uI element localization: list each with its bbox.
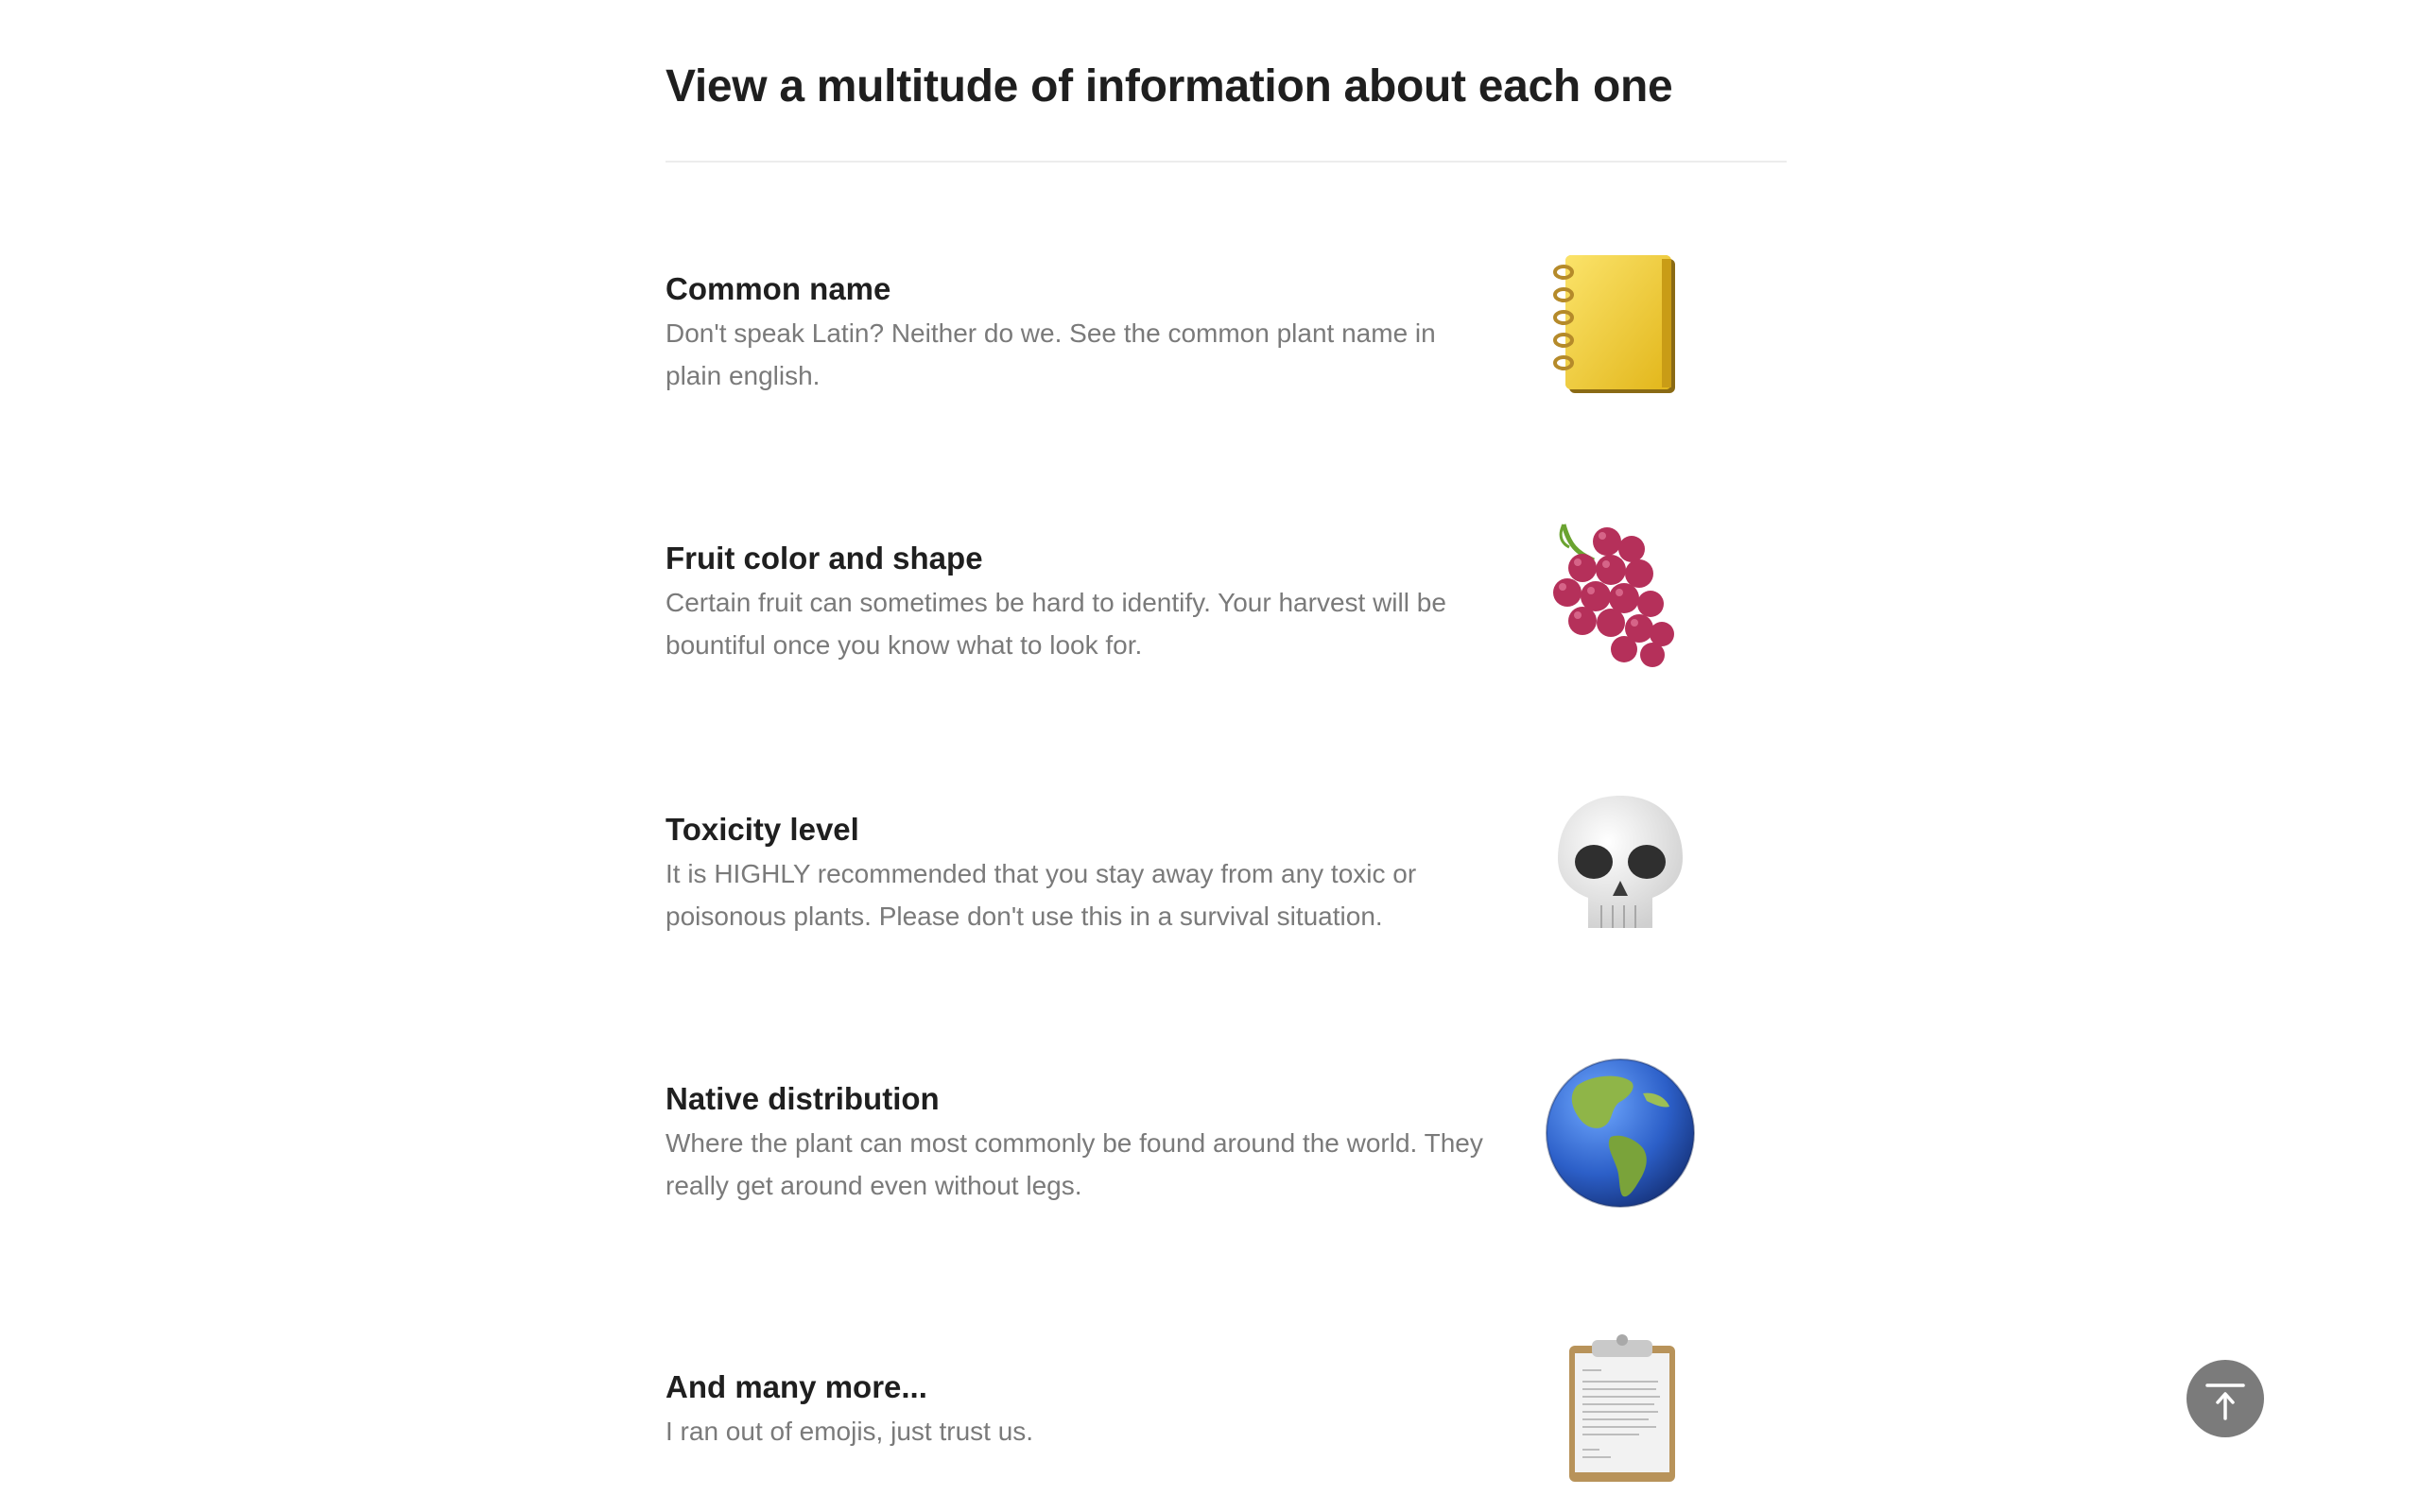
feature-title: Native distribution bbox=[666, 1081, 940, 1116]
feature-description: I ran out of emojis, just trust us. bbox=[666, 1417, 1034, 1446]
feature-text: Common name Don't speak Latin? Neither d… bbox=[666, 268, 1497, 397]
feature-description: It is HIGHLY recommended that you stay a… bbox=[666, 859, 1417, 931]
divider bbox=[666, 161, 1787, 163]
feature-native-distribution: Native distribution Where the plant can … bbox=[666, 1056, 1787, 1226]
feature-toxicity: Toxicity level It is HIGHLY recommended … bbox=[666, 786, 1787, 956]
section-heading: View a multitude of information about ea… bbox=[666, 61, 1673, 112]
feature-many-more: And many more... I ran out of emojis, ju… bbox=[666, 1331, 1787, 1501]
arrow-up-to-top-icon bbox=[2205, 1383, 2245, 1420]
feature-text: Native distribution Where the plant can … bbox=[666, 1078, 1497, 1207]
feature-text: Toxicity level It is HIGHLY recommended … bbox=[666, 809, 1497, 937]
globe-americas-icon bbox=[1545, 1057, 1696, 1209]
feature-title: Common name bbox=[666, 271, 891, 306]
notebook-icon bbox=[1545, 246, 1696, 397]
feature-title: Toxicity level bbox=[666, 812, 859, 847]
feature-description: Where the plant can most commonly be fou… bbox=[666, 1128, 1483, 1200]
feature-description: Certain fruit can sometimes be hard to i… bbox=[666, 588, 1446, 660]
features-section: View a multitude of information about ea… bbox=[666, 0, 1787, 1482]
back-to-top-button[interactable] bbox=[2187, 1360, 2264, 1437]
page: View a multitude of information about ea… bbox=[0, 0, 2420, 1512]
feature-description: Don't speak Latin? Neither do we. See th… bbox=[666, 318, 1436, 390]
feature-text: And many more... I ran out of emojis, ju… bbox=[666, 1366, 1497, 1452]
feature-title: And many more... bbox=[666, 1369, 927, 1404]
grapes-icon bbox=[1545, 517, 1696, 668]
skull-icon bbox=[1545, 786, 1696, 937]
clipboard-icon bbox=[1545, 1332, 1696, 1484]
feature-text: Fruit color and shape Certain fruit can … bbox=[666, 538, 1497, 666]
feature-common-name: Common name Don't speak Latin? Neither d… bbox=[666, 246, 1787, 416]
feature-fruit-color: Fruit color and shape Certain fruit can … bbox=[666, 515, 1787, 685]
feature-title: Fruit color and shape bbox=[666, 541, 983, 576]
